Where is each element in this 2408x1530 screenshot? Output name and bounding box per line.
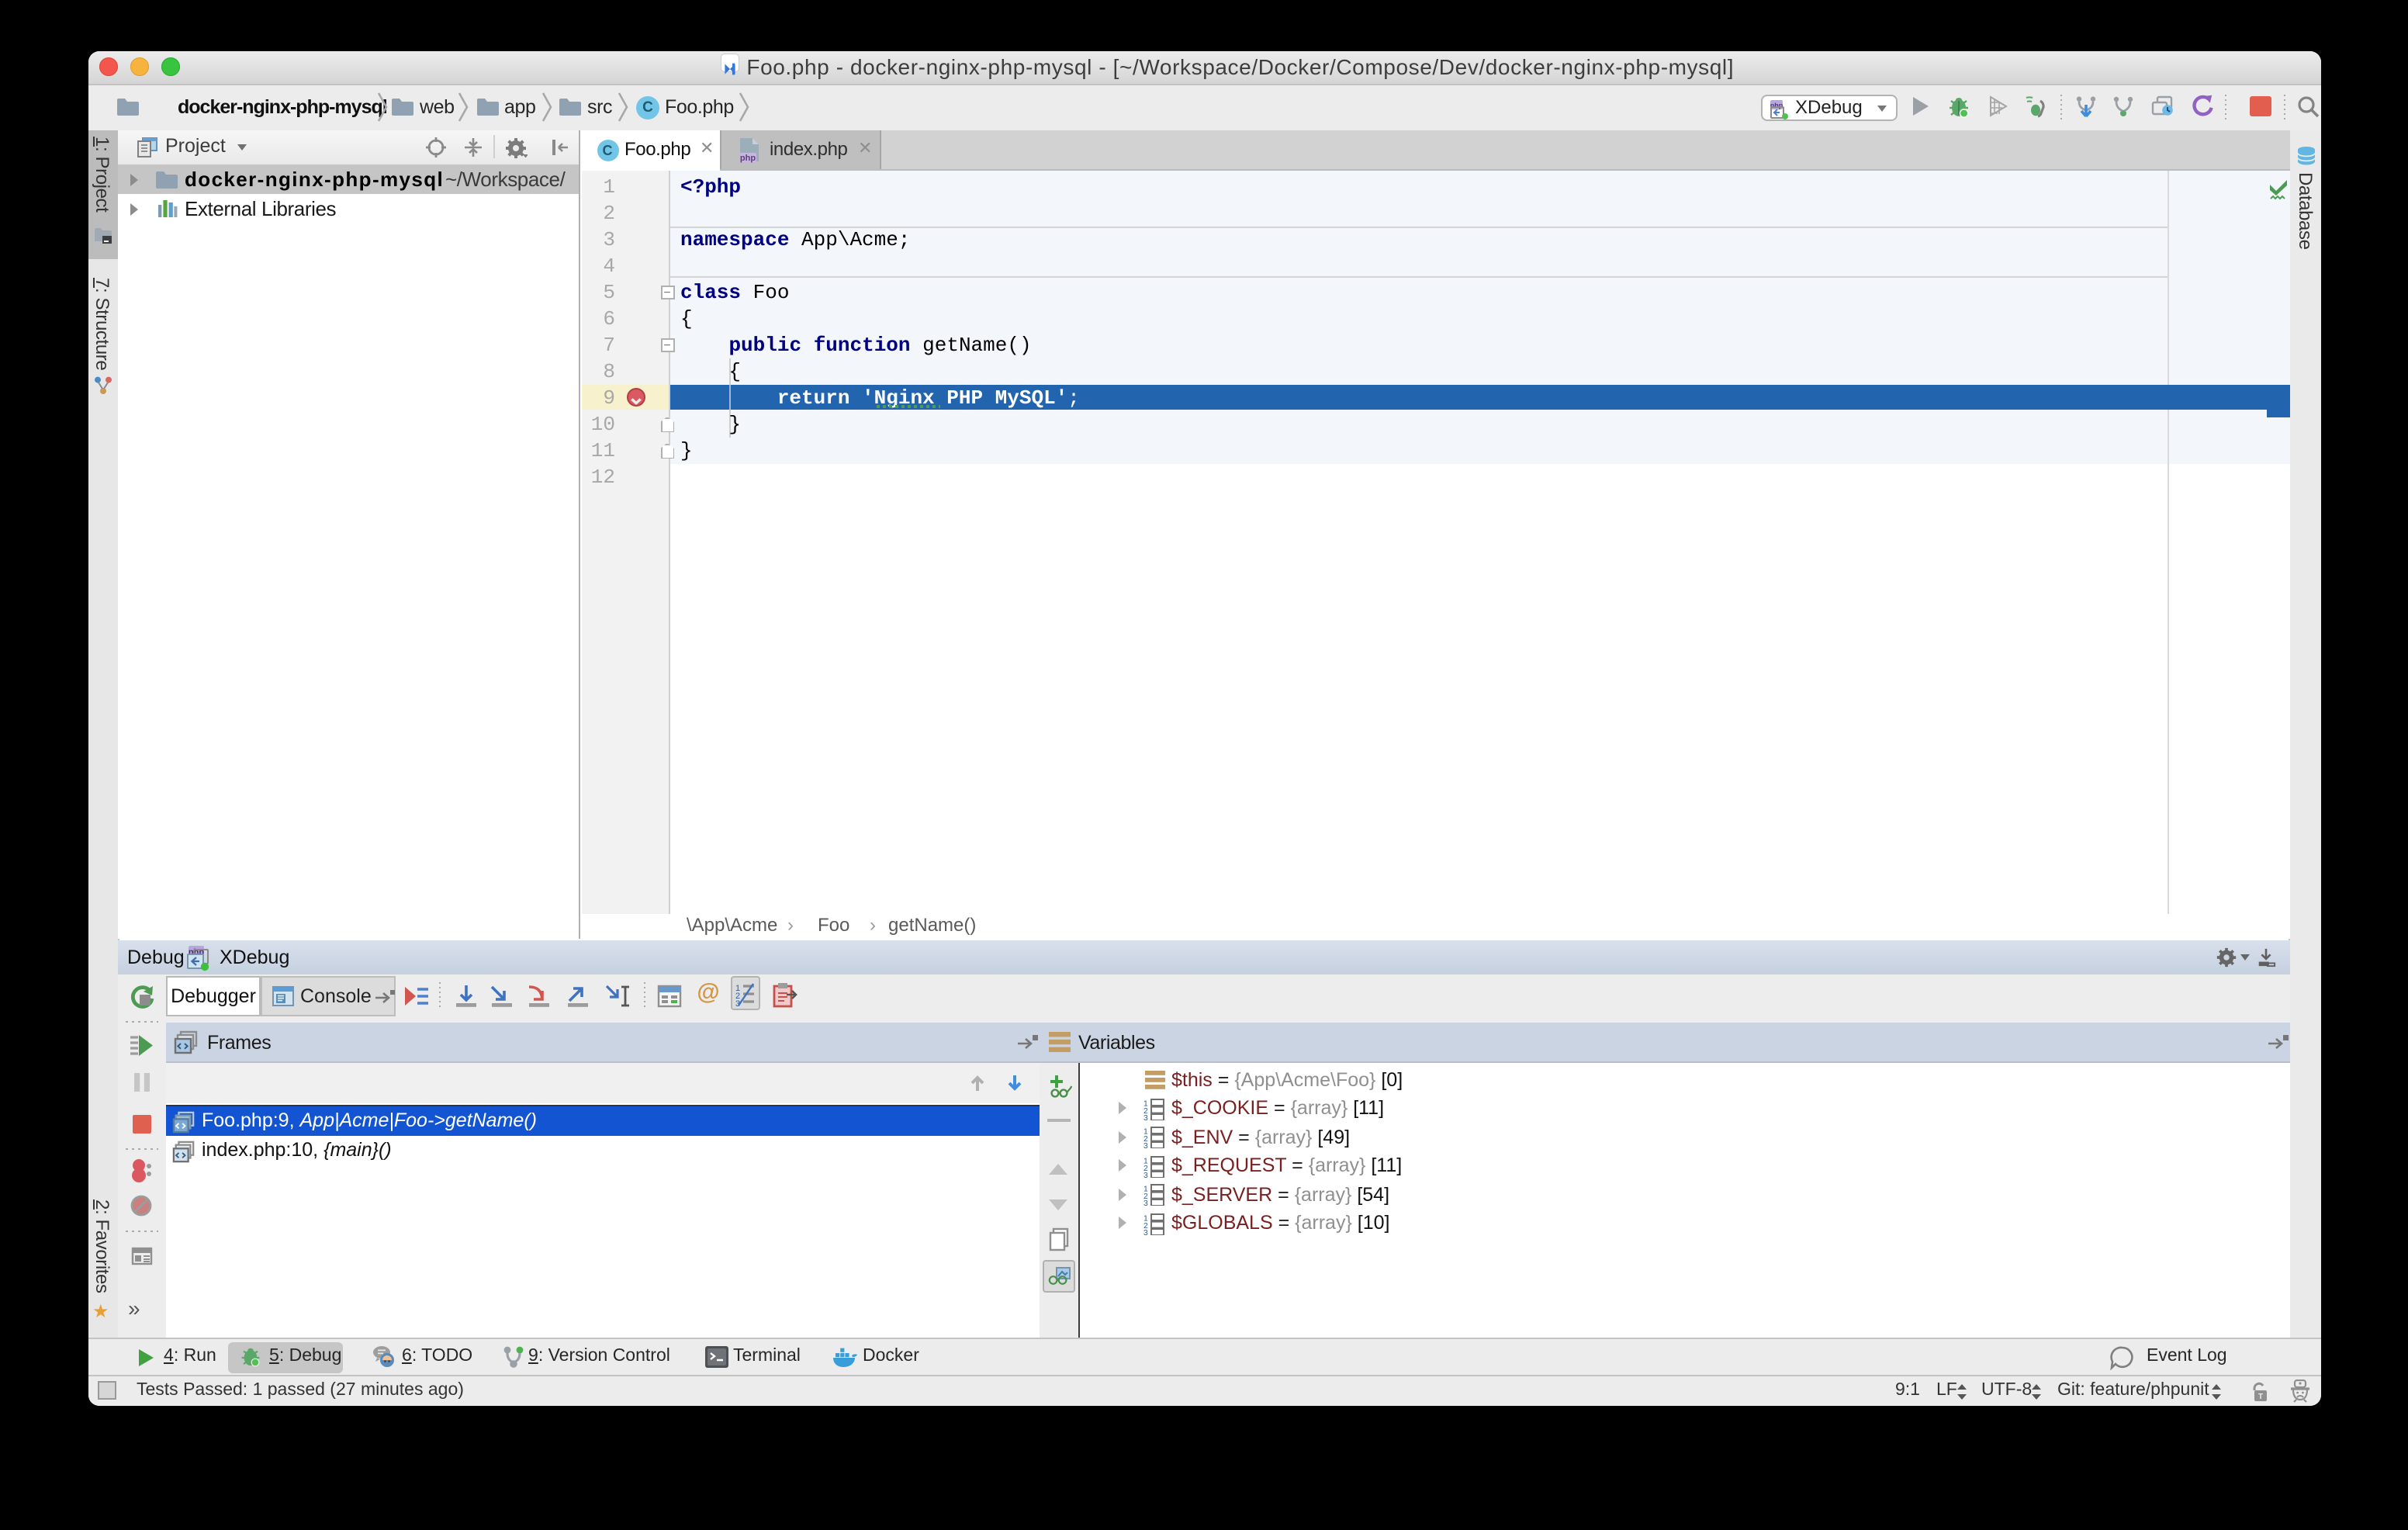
svg-text:3: 3	[1143, 1171, 1147, 1177]
svg-text:3: 3	[1143, 1228, 1147, 1234]
svg-text:T: T	[2258, 1392, 2262, 1400]
svg-text:php: php	[1770, 101, 1784, 109]
svg-text:php: php	[740, 154, 756, 163]
svg-text:3: 3	[1143, 1199, 1147, 1206]
svg-text:3: 3	[1143, 1113, 1147, 1120]
svg-text:3: 3	[1143, 1142, 1147, 1148]
